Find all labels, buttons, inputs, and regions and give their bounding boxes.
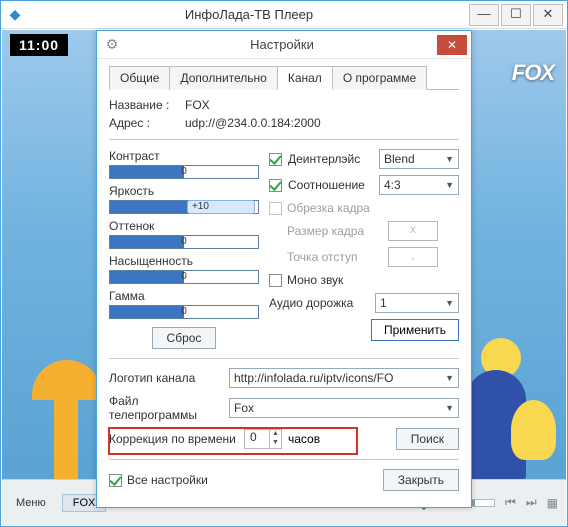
- close-dialog-button[interactable]: Закрыть: [383, 469, 459, 491]
- dialog-titlebar: ⚙ Настройки ✕: [97, 31, 471, 59]
- channel-logo-overlay: FOX: [512, 60, 554, 86]
- mono-label: Моно звук: [287, 273, 343, 287]
- contrast-slider[interactable]: 0: [109, 165, 259, 179]
- saturation-label: Насыщенность: [109, 254, 259, 268]
- crop-checkbox[interactable]: [269, 202, 282, 215]
- saturation-slider[interactable]: 0: [109, 270, 259, 284]
- audiotrack-label: Аудио дорожка: [269, 296, 369, 310]
- dialog-close-button[interactable]: ✕: [437, 35, 467, 55]
- aspect-select[interactable]: 4:3▼: [379, 175, 459, 195]
- gamma-label: Гамма: [109, 289, 259, 303]
- mono-checkbox[interactable]: [269, 274, 282, 287]
- brightness-slider[interactable]: +10: [109, 200, 259, 214]
- tabs: Общие Дополнительно Канал О программе: [109, 65, 459, 90]
- audiotrack-select[interactable]: 1▼: [375, 293, 459, 313]
- app-title: ИнфоЛада-ТВ Плеер: [29, 7, 469, 22]
- playlist-icon[interactable]: ▦: [547, 496, 558, 510]
- deinterlace-checkbox[interactable]: [269, 153, 282, 166]
- next-icon[interactable]: ⏭: [526, 495, 537, 510]
- tz-spinner[interactable]: 0 ▲▼: [244, 429, 282, 449]
- epg-select[interactable]: Fox▼: [229, 398, 459, 418]
- cartoon-hand: [511, 400, 556, 460]
- tab-extra[interactable]: Дополнительно: [169, 66, 277, 90]
- hue-slider[interactable]: 0: [109, 235, 259, 249]
- apply-button[interactable]: Применить: [371, 319, 459, 341]
- contrast-label: Контраст: [109, 149, 259, 163]
- video-clock: 11:00: [10, 34, 68, 56]
- name-value: FOX: [185, 98, 210, 112]
- epg-label: Файл телепрограммы: [109, 394, 229, 422]
- deinterlace-label: Деинтерлэйс: [288, 152, 373, 166]
- crop-label: Обрезка кадра: [287, 201, 370, 215]
- aspect-label: Соотношение: [288, 178, 373, 192]
- gamma-slider[interactable]: 0: [109, 305, 259, 319]
- crop-point-input: ,: [388, 247, 438, 267]
- aspect-checkbox[interactable]: [269, 179, 282, 192]
- all-settings-label: Все настройки: [127, 473, 208, 487]
- crop-size-input: x: [388, 221, 438, 241]
- hue-label: Оттенок: [109, 219, 259, 233]
- tab-about[interactable]: О программе: [332, 66, 427, 90]
- address-label: Адрес :: [109, 116, 179, 130]
- logo-select[interactable]: http://infolada.ru/iptv/icons/FO▼: [229, 368, 459, 388]
- spin-down-icon[interactable]: ▼: [270, 439, 281, 448]
- gear-icon: ⚙: [97, 36, 127, 53]
- deinterlace-select[interactable]: Blend▼: [379, 149, 459, 169]
- all-settings-checkbox[interactable]: [109, 474, 122, 487]
- tab-channel[interactable]: Канал: [277, 66, 333, 90]
- spin-up-icon[interactable]: ▲: [270, 430, 281, 439]
- dialog-title: Настройки: [127, 37, 437, 52]
- menu-button[interactable]: Меню: [10, 495, 52, 511]
- address-value: udp://@234.0.0.184:2000: [185, 116, 321, 130]
- close-button[interactable]: ✕: [533, 4, 563, 26]
- crop-size-label: Размер кадра: [287, 224, 382, 238]
- maximize-button[interactable]: ☐: [501, 4, 531, 26]
- tz-label: Коррекция по времени: [109, 432, 244, 446]
- minimize-button[interactable]: —: [469, 4, 499, 26]
- prev-icon[interactable]: ⏮: [505, 495, 516, 510]
- reset-button[interactable]: Сброс: [152, 327, 217, 349]
- brightness-label: Яркость: [109, 184, 259, 198]
- logo-label: Логотип канала: [109, 371, 229, 385]
- crop-point-label: Точка отступ: [287, 250, 382, 264]
- tab-general[interactable]: Общие: [109, 66, 170, 90]
- app-icon: ◆: [1, 6, 29, 23]
- player-titlebar: ◆ ИнфоЛада-ТВ Плеер — ☐ ✕: [1, 1, 567, 29]
- tz-unit: часов: [288, 432, 320, 446]
- search-button[interactable]: Поиск: [396, 428, 459, 450]
- settings-dialog: ⚙ Настройки ✕ Общие Дополнительно Канал …: [96, 30, 472, 508]
- name-label: Название :: [109, 98, 179, 112]
- cartoon-shape: [32, 230, 92, 480]
